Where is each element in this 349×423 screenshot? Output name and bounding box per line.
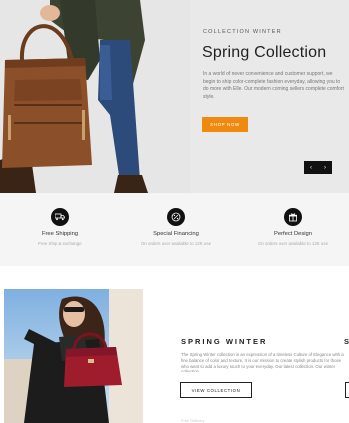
gift-icon [284,208,302,226]
feature-free-shipping: Free Shipping Free Ship & exchange [5,208,115,246]
arrow-left-icon[interactable]: ‹ [304,161,318,174]
hero-banner: COLLECTION WINTER Spring Collection In a… [0,0,349,193]
hero-description: In a world of never convenience and cust… [203,71,344,100]
next-slide-button[interactable] [345,382,349,398]
shop-now-button[interactable]: SHOP NOW [202,117,248,132]
feature-desc: On orders over available to 12K use [140,241,212,246]
feature-special-financing: Special Financing On orders over availab… [121,208,231,246]
feature-desc: On orders over available to 12K use [257,241,329,246]
truck-icon [51,208,69,226]
promo-description: The Spring Winter collection is an expre… [181,352,344,372]
promo-image [4,289,143,423]
promo-title: SPRING WINTER [181,337,268,346]
features-bar: Free Shipping Free Ship & exchange Speci… [0,193,349,266]
feature-title: Free Shipping [41,231,79,237]
feature-perfect-design: Perfect Design On orders over available … [238,208,348,246]
promo-footer-text: Free Delivery [181,418,205,423]
hero-subtitle: COLLECTION WINTER [203,29,282,35]
percent-icon [167,208,185,226]
view-collection-button[interactable]: VIEW COLLECTION [180,382,252,398]
hero-title: Spring Collection [202,44,327,61]
hero-image [0,0,190,193]
promo-title-next: S [344,337,349,346]
feature-title: Special Financing [153,231,199,237]
feature-title: Perfect Design [273,231,313,237]
slider-arrows: ‹ › [304,161,332,174]
feature-desc: Free Ship & exchange [38,241,82,246]
arrow-right-icon[interactable]: › [318,161,332,174]
